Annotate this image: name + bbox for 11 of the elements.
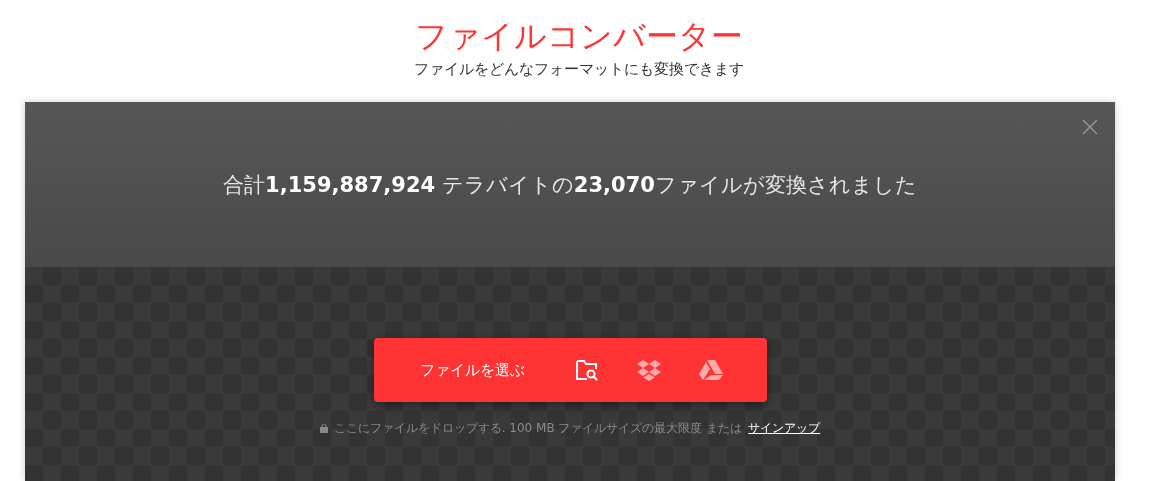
drop-note: ここにファイルをドロップする. 100 MB ファイルサイズの最大限度 または: [333, 420, 743, 437]
page-subtitle: ファイルをどんなフォーマットにも変換できます: [413, 59, 745, 80]
drive-icon[interactable]: [698, 359, 723, 381]
folder-search-icon[interactable]: [574, 359, 599, 381]
page-title: ファイルコンバーター: [414, 16, 744, 57]
choose-file-button[interactable]: ファイルを選ぶ: [419, 360, 525, 380]
lock-icon: [319, 424, 328, 433]
signup-link[interactable]: サインアップ: [748, 420, 821, 437]
conversion-stats: 合計1,159,887,924 テラバイトの23,070ファイルが変換されました: [223, 171, 917, 199]
close-icon[interactable]: [1082, 119, 1098, 135]
dropbox-icon[interactable]: [636, 359, 661, 381]
